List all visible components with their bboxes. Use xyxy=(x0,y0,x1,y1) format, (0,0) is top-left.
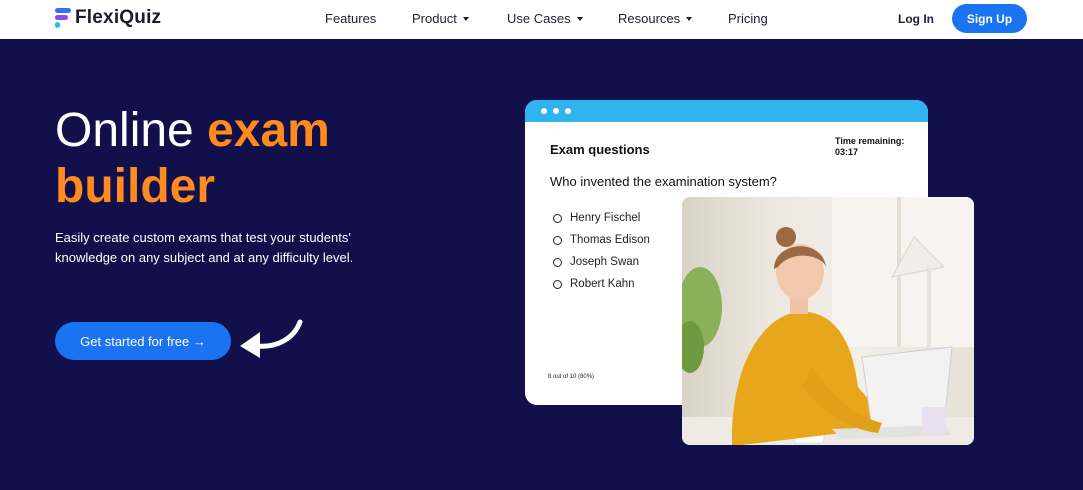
hero-title: Online exam builder xyxy=(55,103,455,215)
answer-option-label: Henry Fischel xyxy=(570,212,641,224)
student-illustration xyxy=(682,197,974,445)
flexiquiz-logo-icon xyxy=(55,7,71,29)
nav-label: Resources xyxy=(618,11,681,26)
nav-item-product[interactable]: Product xyxy=(412,11,469,26)
answer-option[interactable]: Thomas Edison xyxy=(553,229,650,251)
hero-title-word-online: Online xyxy=(55,104,194,157)
radio-button-icon xyxy=(553,279,562,289)
exam-score: 8 out of 10 (80%) xyxy=(548,374,595,380)
get-started-button[interactable]: Get started for free → xyxy=(55,322,231,360)
time-remaining: Time remaining: 03:17 xyxy=(835,136,925,158)
radio-button-icon xyxy=(553,213,562,223)
brand-name: FlexiQuiz xyxy=(75,7,162,28)
window-title-bar xyxy=(525,100,928,122)
time-remaining-label: Time remaining: xyxy=(835,136,905,146)
hero-subtitle: Easily create custom exams that test you… xyxy=(55,230,354,265)
answer-option-label: Thomas Edison xyxy=(570,234,650,246)
chevron-down-icon xyxy=(686,16,693,21)
answer-option-label: Robert Kahn xyxy=(570,278,635,290)
nav-label: Product xyxy=(412,11,457,26)
radio-button-icon xyxy=(553,257,562,267)
answer-option[interactable]: Robert Kahn xyxy=(553,273,650,295)
time-remaining-value: 03:17 xyxy=(835,147,859,157)
radio-button-icon xyxy=(553,235,562,245)
nav-item-resources[interactable]: Resources xyxy=(618,11,693,26)
curved-arrow-icon xyxy=(240,319,303,358)
exam-question: Who invented the examination system? xyxy=(550,174,777,189)
answer-option[interactable]: Henry Fischel xyxy=(553,207,650,229)
hero-title-word-builder: builder xyxy=(55,160,216,213)
nav-item-use-cases[interactable]: Use Cases xyxy=(507,11,583,26)
signup-button[interactable]: Sign Up xyxy=(952,4,1027,33)
answer-option-label: Joseph Swan xyxy=(570,256,640,268)
window-dot-icon xyxy=(553,108,559,114)
chevron-down-icon xyxy=(462,16,469,21)
hero-title-word-exam: exam xyxy=(207,104,330,157)
student-photo xyxy=(682,197,974,445)
answer-options: Henry Fischel Thomas Edison Joseph Swan … xyxy=(553,207,650,295)
nav-label: Use Cases xyxy=(507,11,571,26)
nav-item-features[interactable]: Features xyxy=(325,11,376,26)
window-dot-icon xyxy=(565,108,571,114)
nav-label: Features xyxy=(325,11,377,26)
login-link[interactable]: Log In xyxy=(898,12,934,26)
top-navigation-bar: FlexiQuiz Features Product Use Cases Res… xyxy=(0,0,1083,39)
exam-heading: Exam questions xyxy=(550,142,650,157)
chevron-down-icon xyxy=(576,16,583,21)
nav-item-pricing[interactable]: Pricing xyxy=(728,11,768,26)
window-dot-icon xyxy=(541,108,547,114)
nav-label: Pricing xyxy=(728,11,768,26)
answer-option[interactable]: Joseph Swan xyxy=(553,251,650,273)
brand-logo[interactable]: FlexiQuiz xyxy=(55,7,161,29)
